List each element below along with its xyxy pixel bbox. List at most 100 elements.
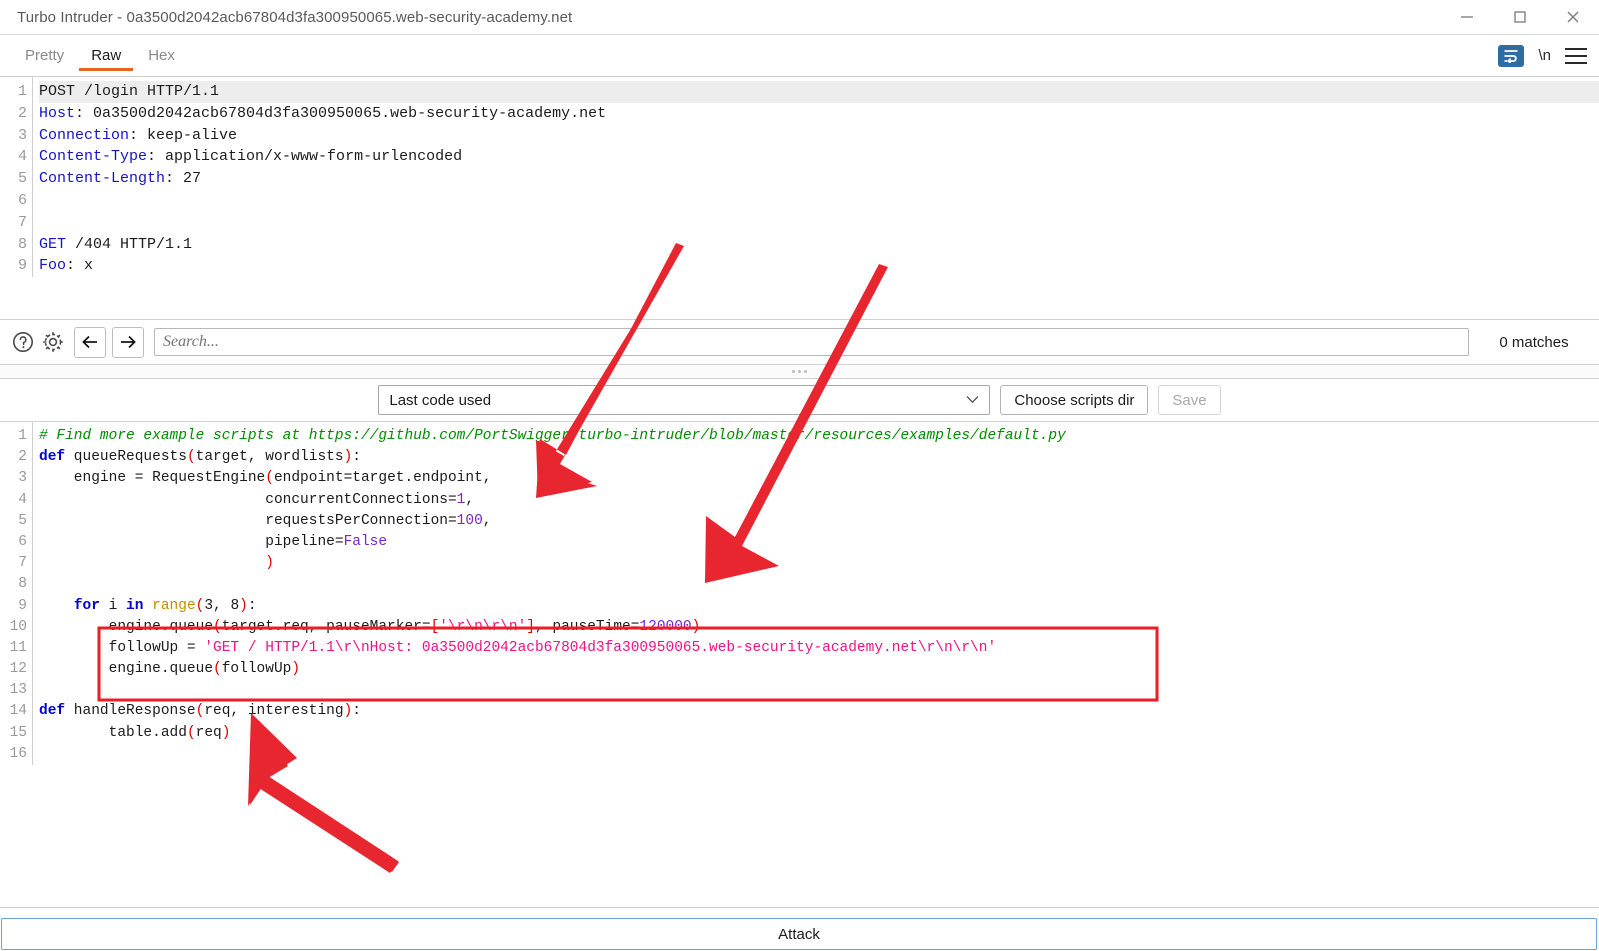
panel-splitter[interactable]: [0, 365, 1599, 379]
code-token: concurrentConnections=: [39, 492, 457, 508]
code-token: req: [196, 725, 222, 741]
tab-raw[interactable]: Raw: [87, 35, 125, 76]
code-token: ,: [465, 492, 474, 508]
save-button[interactable]: Save: [1158, 385, 1220, 415]
code-token: :: [352, 703, 361, 719]
maximize-button[interactable]: [1493, 0, 1546, 34]
code-line[interactable]: concurrentConnections=1,: [39, 490, 1599, 511]
code-line[interactable]: [39, 212, 1599, 234]
tab-pretty[interactable]: Pretty: [21, 35, 68, 76]
search-next-button[interactable]: [112, 327, 144, 358]
line-number: 4: [0, 146, 27, 168]
code-line[interactable]: engine.queue(followUp): [39, 659, 1599, 680]
code-line[interactable]: Content-Length: 27: [39, 168, 1599, 190]
code-token: followUp: [222, 661, 292, 677]
request-line-numbers: 123456789: [0, 77, 33, 277]
code-token: [143, 598, 152, 614]
line-number: 5: [0, 511, 27, 532]
minimize-button[interactable]: [1440, 0, 1493, 34]
code-token: ): [344, 703, 353, 719]
line-number: 14: [0, 701, 27, 722]
code-line[interactable]: [39, 190, 1599, 212]
code-line[interactable]: Foo: x: [39, 255, 1599, 277]
code-token: False: [344, 534, 388, 550]
code-token: queueRequests: [65, 449, 187, 465]
code-line[interactable]: POST /login HTTP/1.1: [39, 81, 1599, 103]
python-script-editor[interactable]: 12345678910111213141516 # Find more exam…: [0, 422, 1599, 908]
line-number: 6: [0, 532, 27, 553]
code-line[interactable]: for i in range(3, 8):: [39, 596, 1599, 617]
code-token: ): [291, 661, 300, 677]
match-count-label: 0 matches: [1469, 334, 1599, 351]
code-token: Content-Length: [39, 170, 165, 187]
line-number: 11: [0, 638, 27, 659]
request-text[interactable]: POST /login HTTP/1.1Host: 0a3500d2042acb…: [33, 77, 1599, 277]
code-line[interactable]: GET /404 HTTP/1.1: [39, 234, 1599, 256]
script-toolbar: Last code used Choose scripts dir Save: [0, 379, 1599, 422]
code-token: Content-Type: [39, 148, 147, 165]
script-text[interactable]: # Find more example scripts at https://g…: [33, 422, 1599, 765]
word-wrap-icon[interactable]: [1498, 45, 1524, 67]
choose-scripts-dir-button[interactable]: Choose scripts dir: [1000, 385, 1148, 415]
code-token: ): [344, 449, 353, 465]
script-select-value: Last code used: [389, 392, 491, 409]
code-token: range: [152, 598, 196, 614]
search-input[interactable]: [154, 328, 1469, 356]
attack-button[interactable]: Attack: [1, 918, 1597, 950]
code-line[interactable]: engine = RequestEngine(endpoint=target.e…: [39, 468, 1599, 489]
code-line[interactable]: [39, 680, 1599, 701]
code-token: (: [187, 725, 196, 741]
code-token: [: [431, 619, 440, 635]
code-token: [39, 598, 74, 614]
code-line[interactable]: followUp = 'GET / HTTP/1.1\r\nHost: 0a35…: [39, 638, 1599, 659]
code-line[interactable]: Content-Type: application/x-www-form-url…: [39, 146, 1599, 168]
code-token: for: [74, 598, 100, 614]
line-number: 12: [0, 659, 27, 680]
help-icon[interactable]: [8, 327, 38, 357]
code-token: (: [213, 661, 222, 677]
script-select-dropdown[interactable]: Last code used: [378, 385, 990, 415]
code-line[interactable]: pipeline=False: [39, 532, 1599, 553]
code-line[interactable]: Connection: keep-alive: [39, 125, 1599, 147]
code-token: 'GET / HTTP/1.1\r\nHost: 0a3500d2042acb6…: [204, 640, 996, 656]
code-token: : x: [66, 257, 93, 274]
code-token: followUp =: [39, 640, 204, 656]
line-number: 8: [0, 234, 27, 256]
code-token: , pauseTime=: [535, 619, 639, 635]
code-token: target, wordlists: [196, 449, 344, 465]
code-line[interactable]: [39, 744, 1599, 765]
code-line[interactable]: requestsPerConnection=100,: [39, 511, 1599, 532]
code-line[interactable]: engine.queue(target.req, pauseMarker=['\…: [39, 617, 1599, 638]
line-number: 9: [0, 255, 27, 277]
line-number: 1: [0, 426, 27, 447]
code-line[interactable]: table.add(req): [39, 723, 1599, 744]
line-number: 6: [0, 190, 27, 212]
code-token: (: [265, 470, 274, 486]
code-token: [39, 555, 265, 571]
code-token: ): [692, 619, 701, 635]
show-newlines-toggle[interactable]: \n: [1538, 47, 1551, 64]
hamburger-menu-icon[interactable]: [1565, 47, 1587, 65]
code-token: ): [239, 598, 248, 614]
code-line[interactable]: def queueRequests(target, wordlists):: [39, 447, 1599, 468]
tab-hex[interactable]: Hex: [144, 35, 179, 76]
code-token: handleResponse: [65, 703, 196, 719]
code-token: : keep-alive: [129, 127, 237, 144]
code-line[interactable]: ): [39, 553, 1599, 574]
code-line[interactable]: def handleResponse(req, interesting):: [39, 701, 1599, 722]
http-request-editor[interactable]: 123456789 POST /login HTTP/1.1Host: 0a35…: [0, 76, 1599, 320]
close-button[interactable]: [1546, 0, 1599, 34]
code-token: : 0a3500d2042acb67804d3fa300950065.web-s…: [75, 105, 606, 122]
code-token: engine.queue: [39, 619, 213, 635]
line-number: 10: [0, 617, 27, 638]
chevron-down-icon: [966, 393, 979, 407]
code-line[interactable]: Host: 0a3500d2042acb67804d3fa300950065.w…: [39, 103, 1599, 125]
search-prev-button[interactable]: [74, 327, 106, 358]
code-token: def: [39, 703, 65, 719]
code-token: requestsPerConnection=: [39, 513, 457, 529]
code-line[interactable]: # Find more example scripts at https://g…: [39, 426, 1599, 447]
gear-icon[interactable]: [38, 327, 68, 357]
code-token: in: [126, 598, 143, 614]
code-line[interactable]: [39, 574, 1599, 595]
editor-tools: \n: [1498, 35, 1587, 76]
